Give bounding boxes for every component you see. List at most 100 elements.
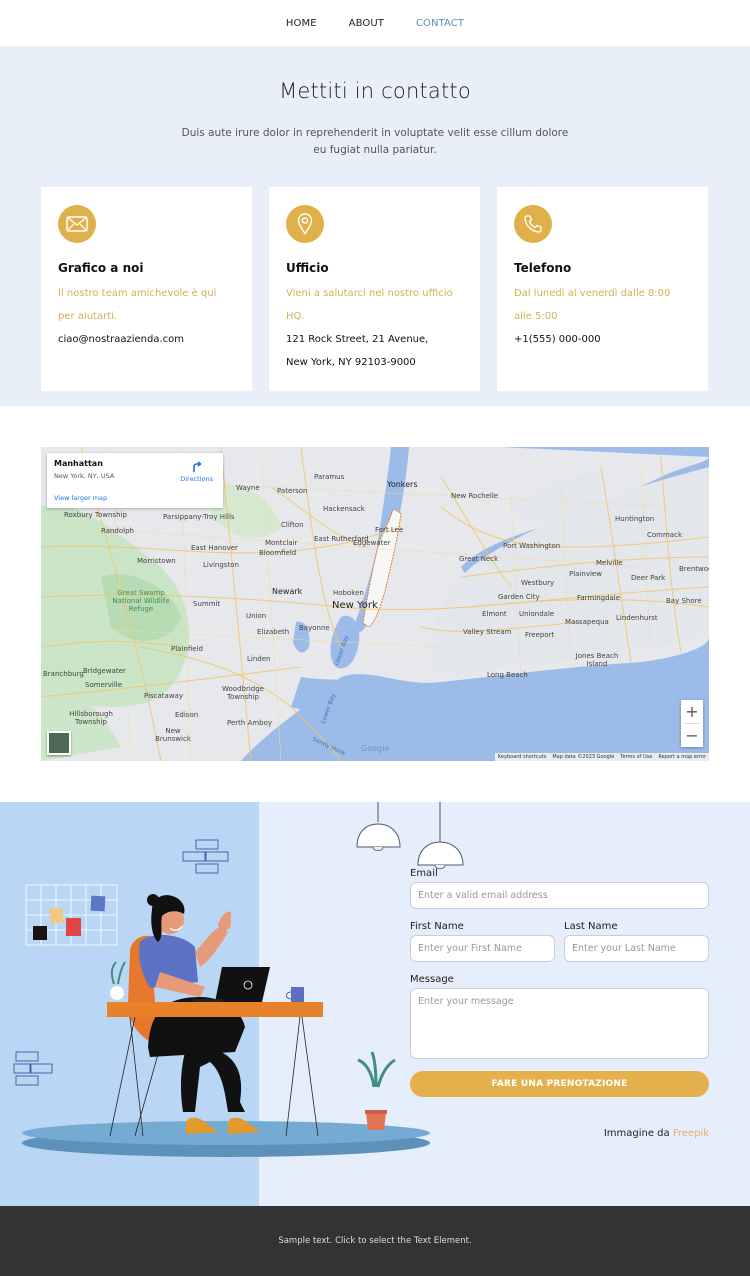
map-label: Great Neck: [459, 555, 499, 563]
map-label: Plainfield: [171, 645, 203, 653]
map-label: Great Swamp National Wildlife Refuge: [112, 589, 170, 613]
satellite-toggle-button[interactable]: [47, 731, 71, 755]
map-label: Jones Beach Island: [575, 652, 619, 668]
card-title: Grafico a noi: [58, 261, 144, 275]
map-label: Port Washington: [503, 542, 561, 550]
freepik-link[interactable]: Freepik: [673, 1128, 709, 1139]
card-address-line: 121 Rock Street, 21 Avenue,: [286, 334, 429, 345]
directions-button[interactable]: Directions: [180, 461, 213, 483]
map-label: Plainview: [569, 570, 602, 578]
map-label: Paterson: [277, 487, 308, 495]
name-row: First Name Enter your First Name Last Na…: [410, 921, 709, 962]
map-label: Edgewater: [353, 539, 391, 547]
envelope-icon: [58, 205, 96, 243]
card-address-line: New York, NY 92103-9000: [286, 357, 416, 368]
directions-icon: [192, 461, 202, 472]
map-label: Perth Amboy: [227, 719, 273, 727]
report-map-error-link[interactable]: Report a map error: [655, 753, 709, 761]
map-label: Melville: [596, 559, 623, 567]
email-input[interactable]: Enter a valid email address: [410, 882, 709, 909]
map-label: Brentwood: [679, 565, 709, 573]
map-label: Bayonne: [299, 624, 330, 632]
message-textarea[interactable]: Enter your message: [410, 988, 709, 1059]
credit-text: Immagine da: [603, 1128, 670, 1139]
first-name-input[interactable]: Enter your First Name: [410, 935, 555, 962]
map-label: New Rochelle: [451, 492, 499, 500]
last-name-label: Last Name: [564, 921, 618, 932]
contact-card-email: Grafico a noi Il nostro team amichevole …: [41, 187, 252, 391]
keyboard-shortcuts-link[interactable]: Keyboard shortcuts: [495, 753, 549, 761]
map-label: Elmont: [482, 610, 507, 618]
map-label: Branchburg: [43, 670, 84, 678]
card-phone-link[interactable]: +1(555) 000-000: [514, 328, 691, 351]
map-data-text: Map data ©2023 Google: [552, 754, 615, 760]
card-description: Il nostro team amichevole è qui per aiut…: [58, 288, 217, 322]
card-description: Dal lunedì al venerdì dalle 8:00 alle 5:…: [514, 288, 671, 322]
form-panel: Email Enter a valid email address First …: [259, 802, 750, 1206]
embedded-map[interactable]: Yonkers Paterson Paramus Wayne Hackensac…: [41, 447, 709, 761]
map-label: Uniondale: [519, 610, 555, 618]
map-label: Elizabeth: [257, 628, 290, 636]
map-label: Piscataway: [144, 692, 183, 700]
map-label: Bloomfield: [259, 549, 297, 557]
map-label: Livingston: [203, 561, 239, 569]
card-description: Vieni a salutarci nel nostro ufficio HQ.: [286, 288, 453, 322]
map-label: Hoboken: [333, 589, 364, 597]
contact-card-phone: Telefono Dal lunedì al venerdì dalle 8:0…: [497, 187, 708, 391]
view-larger-map-link[interactable]: View larger map: [54, 494, 107, 502]
map-label: Edison: [175, 711, 199, 719]
card-email-link[interactable]: ciao@nostraazienda.com: [58, 328, 235, 351]
contact-section: Mettiti in contatto Duis aute irure dolo…: [0, 46, 750, 406]
submit-booking-button[interactable]: FARE UNA PRENOTAZIONE: [410, 1071, 709, 1097]
map-label: Hillsborough Township: [69, 710, 113, 726]
map-label: East Hanover: [191, 544, 238, 552]
map-label: Deer Park: [631, 574, 666, 582]
map-attribution: Keyboard shortcuts Map data ©2023 Google…: [494, 753, 709, 761]
map-label: Yonkers: [387, 480, 418, 489]
nav-about[interactable]: ABOUT: [349, 18, 384, 29]
map-label: Randolph: [101, 527, 134, 535]
nav-home[interactable]: HOME: [286, 18, 317, 29]
page-title: Mettiti in contatto: [279, 79, 471, 103]
map-label: Paramus: [314, 473, 345, 481]
google-logo: Google: [361, 744, 390, 753]
map-label: Wayne: [236, 484, 260, 492]
map-label: New Brunswick: [155, 727, 191, 743]
phone-icon: [514, 205, 552, 243]
map-label: Westbury: [521, 579, 555, 587]
map-label: Fort Lee: [375, 526, 404, 534]
map-label: Somerville: [85, 681, 123, 689]
illustration-panel: [0, 802, 259, 1206]
map-label: New York: [332, 600, 378, 611]
email-label: Email: [410, 868, 438, 879]
terms-of-use-link[interactable]: Terms of Use: [617, 753, 655, 761]
zoom-in-button[interactable]: +: [681, 700, 703, 723]
map-label: Long Beach: [487, 671, 528, 679]
map-label: Woodbridge Township: [222, 685, 264, 701]
footer: Sample text. Click to select the Text El…: [0, 1206, 750, 1276]
zoom-out-button[interactable]: −: [681, 724, 703, 747]
map-label: Bridgewater: [83, 667, 126, 675]
map-label: Farmingdale: [577, 594, 621, 602]
message-label: Message: [410, 974, 454, 985]
card-title: Ufficio: [286, 261, 329, 275]
card-title: Telefono: [514, 261, 572, 275]
map-label: Valley Stream: [463, 628, 512, 636]
map-section: Yonkers Paterson Paramus Wayne Hackensac…: [0, 406, 750, 802]
booking-form: Email Enter a valid email address First …: [410, 868, 709, 1097]
map-place-card: Manhattan New York, NY, USA View larger …: [47, 453, 223, 508]
map-label: Huntington: [615, 515, 655, 523]
last-name-input[interactable]: Enter your Last Name: [564, 935, 709, 962]
nav-contact[interactable]: CONTACT: [416, 18, 464, 29]
map-label: Garden City: [498, 593, 540, 601]
map-label: Union: [246, 612, 267, 620]
map-label: Massapequa: [565, 618, 609, 626]
map-label: Newark: [272, 587, 303, 596]
map-label: Freeport: [525, 631, 555, 639]
contact-card-office: Ufficio Vieni a salutarci nel nostro uff…: [269, 187, 480, 391]
map-label: Lindenhurst: [616, 614, 658, 622]
booking-section: Email Enter a valid email address First …: [0, 802, 750, 1206]
map-label: Bay Shore: [666, 597, 702, 605]
footer-text[interactable]: Sample text. Click to select the Text El…: [278, 1236, 471, 1246]
top-nav: HOME ABOUT CONTACT: [0, 0, 750, 46]
